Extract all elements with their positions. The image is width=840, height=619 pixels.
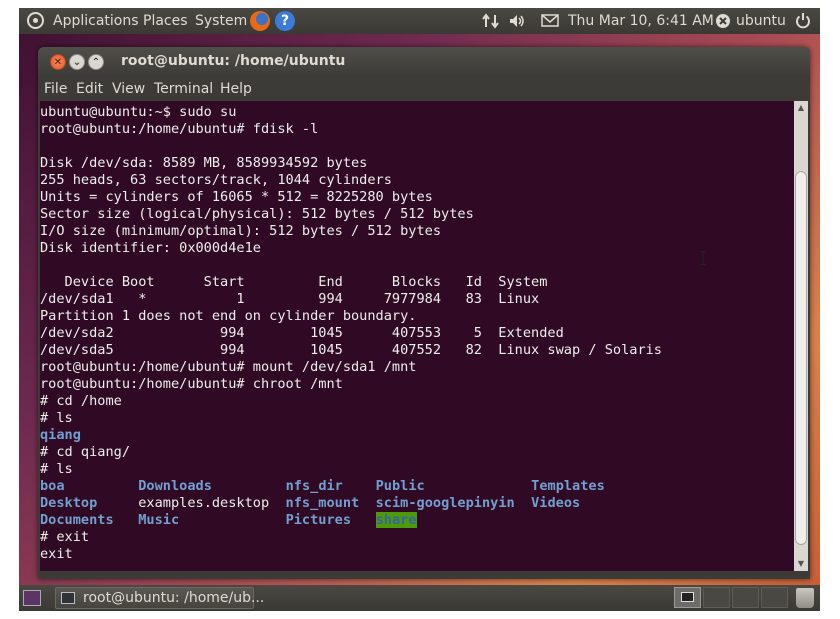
terminal-line: I/O size (minimum/optimal): 512 bytes / … (40, 223, 442, 239)
terminal-line: # exit (40, 529, 90, 545)
terminal-line: 255 heads, 63 sectors/track, 1044 cylind… (40, 172, 392, 188)
workspace-4[interactable] (761, 587, 788, 608)
terminal-line: Device Boot Start End Blocks Id System (40, 274, 548, 290)
window-titlebar[interactable]: ✕ ⌄ ⌃ root@ubuntu: /home/ubuntu (38, 47, 810, 77)
menu-file[interactable]: File (44, 80, 67, 98)
terminal-line: # ls (40, 461, 73, 477)
terminal-line: Disk /dev/sda: 8589 MB, 8589934592 bytes (40, 155, 368, 171)
ls-dir-entry: Documents (40, 512, 114, 528)
trash-icon[interactable] (796, 588, 814, 608)
bottom-panel: root@ubuntu: /home/ub... (19, 585, 820, 611)
ls-dir-entry: boa (40, 478, 65, 494)
top-panel: Applications Places System ? Thu Mar 10,… (19, 8, 820, 34)
terminal-scrollbar[interactable]: ▲ ▼ (794, 101, 808, 571)
system-menu[interactable]: System (195, 12, 247, 30)
desktop: Applications Places System ? Thu Mar 10,… (19, 8, 820, 611)
menu-bar: File Edit View Terminal Help (38, 77, 810, 101)
terminal-window: ✕ ⌄ ⌃ root@ubuntu: /home/ubuntu File Edi… (38, 47, 810, 579)
close-button[interactable]: ✕ (50, 54, 66, 70)
maximize-button[interactable]: ⌃ (88, 54, 104, 70)
terminal-icon (61, 592, 75, 604)
terminal-line: ubuntu@ubuntu:~$ sudo su (40, 104, 237, 120)
workspace-1[interactable] (674, 587, 701, 608)
minimize-button[interactable]: ⌄ (69, 54, 85, 70)
menu-help[interactable]: Help (220, 80, 252, 98)
terminal-line: Disk identifier: 0x000d4e1e (40, 240, 261, 256)
ls-dir-entry: nfs_mount (285, 495, 360, 511)
volume-icon[interactable] (508, 13, 526, 29)
network-icon[interactable] (482, 13, 500, 29)
taskbar-terminal-label: root@ubuntu: /home/ub... (83, 590, 265, 606)
clock[interactable]: Thu Mar 10, 6:41 AM (568, 12, 714, 30)
terminal-line: /dev/sda5 994 1045 407552 82 Linux swap … (40, 342, 662, 358)
power-icon[interactable] (795, 12, 811, 29)
terminal-line: Units = cylinders of 16065 * 512 = 82252… (40, 189, 433, 205)
workspace-3[interactable] (732, 587, 759, 608)
terminal-text: ubuntu@ubuntu:~$ sudo su root@ubuntu:/ho… (40, 101, 794, 563)
ls-dir-entry: scim-googlepinyin (375, 495, 515, 511)
help-icon[interactable]: ? (275, 11, 295, 31)
scroll-down-arrow-icon[interactable]: ▼ (794, 557, 808, 571)
taskbar-terminal-button[interactable]: root@ubuntu: /home/ub... (55, 587, 264, 609)
ls-dir-entry: Desktop (40, 495, 98, 511)
scroll-up-arrow-icon[interactable]: ▲ (794, 101, 808, 115)
ls-file-entry: examples.desktop (138, 495, 270, 511)
workspace-window-thumbnail (681, 592, 694, 602)
ls-dir-entry: Music (138, 512, 180, 528)
ls-dir-entry: Pictures (285, 512, 352, 528)
user-menu[interactable]: ubuntu (736, 12, 786, 30)
scrollbar-thumb[interactable] (795, 171, 807, 545)
terminal-line: root@ubuntu:/home/ubuntu# fdisk -l (40, 121, 319, 137)
applications-menu[interactable]: Applications (53, 12, 139, 30)
menu-view[interactable]: View (112, 80, 145, 98)
terminal-line: Sector size (logical/physical): 512 byte… (40, 206, 474, 222)
firefox-icon[interactable] (250, 11, 270, 31)
ls-dir-entry: nfs_dir (285, 478, 343, 494)
terminal-line: Partition 1 does not end on cylinder bou… (40, 308, 417, 324)
ubuntu-logo-icon[interactable] (27, 12, 44, 29)
terminal-line: # cd qiang/ (40, 444, 131, 460)
terminal-output[interactable]: ubuntu@ubuntu:~$ sudo su root@ubuntu:/ho… (40, 101, 794, 571)
window-title: root@ubuntu: /home/ubuntu (121, 53, 346, 69)
terminal-line: exit (40, 546, 73, 562)
terminal-line: # cd /home (40, 393, 122, 409)
ibeam-cursor-icon (700, 251, 706, 265)
menu-edit[interactable]: Edit (76, 80, 103, 98)
ls-dir-entry: Downloads (138, 478, 212, 494)
terminal-line: /dev/sda2 994 1045 407553 5 Extended (40, 325, 564, 341)
menu-terminal[interactable]: Terminal (154, 80, 213, 98)
ls-dir-entry: Public (375, 478, 425, 494)
ls-dir-entry: Templates (531, 478, 605, 494)
ls-dir-entry-highlighted: share (375, 512, 417, 528)
terminal-line: root@ubuntu:/home/ubuntu# mount /dev/sda… (40, 359, 417, 375)
terminal-line: # ls (40, 410, 73, 426)
ls-dir-entry: Videos (531, 495, 581, 511)
mail-icon[interactable] (541, 14, 559, 27)
show-desktop-icon[interactable] (23, 590, 41, 606)
terminal-line: /dev/sda1 * 1 994 7977984 83 Linux (40, 291, 540, 307)
places-menu[interactable]: Places (143, 12, 188, 30)
user-icon[interactable] (715, 13, 731, 29)
terminal-line: root@ubuntu:/home/ubuntu# chroot /mnt (40, 376, 343, 392)
ls-dir-entry: qiang (40, 427, 81, 443)
workspace-2[interactable] (703, 587, 730, 608)
